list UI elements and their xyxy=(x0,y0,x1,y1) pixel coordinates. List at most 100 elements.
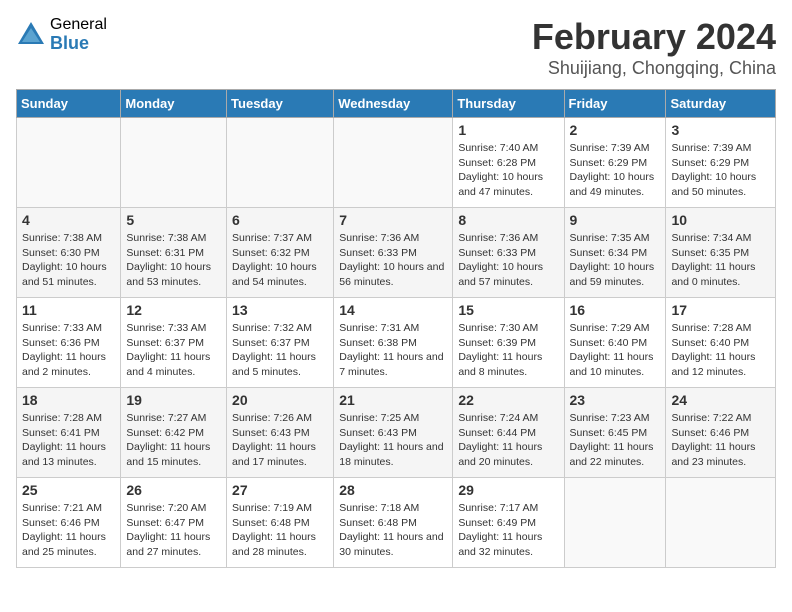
calendar-cell: 29Sunrise: 7:17 AMSunset: 6:49 PMDayligh… xyxy=(453,478,564,568)
weekday-header: Monday xyxy=(121,90,227,118)
day-info: Sunrise: 7:38 AMSunset: 6:30 PMDaylight:… xyxy=(22,231,115,290)
weekday-header: Wednesday xyxy=(334,90,453,118)
day-info: Sunrise: 7:20 AMSunset: 6:47 PMDaylight:… xyxy=(126,501,221,560)
day-info: Sunrise: 7:35 AMSunset: 6:34 PMDaylight:… xyxy=(570,231,661,290)
day-info: Sunrise: 7:18 AMSunset: 6:48 PMDaylight:… xyxy=(339,501,447,560)
day-info: Sunrise: 7:24 AMSunset: 6:44 PMDaylight:… xyxy=(458,411,558,470)
day-info: Sunrise: 7:27 AMSunset: 6:42 PMDaylight:… xyxy=(126,411,221,470)
weekday-header: Tuesday xyxy=(227,90,334,118)
day-info: Sunrise: 7:31 AMSunset: 6:38 PMDaylight:… xyxy=(339,321,447,380)
day-info: Sunrise: 7:22 AMSunset: 6:46 PMDaylight:… xyxy=(671,411,770,470)
weekday-header: Thursday xyxy=(453,90,564,118)
logo-general: General xyxy=(50,16,107,34)
calendar-cell: 17 Sunrise: 7:28 AMSunset: 6:40 PMDayligh… xyxy=(666,298,776,388)
day-number: 23 xyxy=(570,392,661,408)
day-number: 9 xyxy=(570,212,661,228)
calendar-cell: 10 Sunrise: 7:34 AMSunset: 6:35 PMDayligh… xyxy=(666,208,776,298)
calendar-cell: 12Sunrise: 7:33 AMSunset: 6:37 PMDayligh… xyxy=(121,298,227,388)
weekday-header: Sunday xyxy=(17,90,121,118)
day-info: Sunrise: 7:38 AMSunset: 6:31 PMDaylight:… xyxy=(126,231,221,290)
day-number: 2 xyxy=(570,122,661,138)
day-info: Sunrise: 7:40 AMSunset: 6:28 PMDaylight:… xyxy=(458,141,558,200)
day-number: 21 xyxy=(339,392,447,408)
calendar-cell: 19Sunrise: 7:27 AMSunset: 6:42 PMDayligh… xyxy=(121,388,227,478)
day-info: Sunrise: 7:36 AMSunset: 6:33 PMDaylight:… xyxy=(339,231,447,290)
day-number: 7 xyxy=(339,212,447,228)
day-number: 13 xyxy=(232,302,328,318)
calendar-cell: 26 Sunrise: 7:20 AMSunset: 6:47 PMDayligh… xyxy=(121,478,227,568)
subtitle: Shuijiang, Chongqing, China xyxy=(532,58,776,79)
day-number: 20 xyxy=(232,392,328,408)
weekday-header: Friday xyxy=(564,90,666,118)
calendar-cell: 3Sunrise: 7:39 AMSunset: 6:29 PMDaylight… xyxy=(666,118,776,208)
day-info: Sunrise: 7:36 AMSunset: 6:33 PMDaylight:… xyxy=(458,231,558,290)
calendar-cell xyxy=(564,478,666,568)
calendar-cell: 21 Sunrise: 7:25 AMSunset: 6:43 PMDayligh… xyxy=(334,388,453,478)
logo-blue: Blue xyxy=(50,34,107,54)
calendar-week-row: 25 Sunrise: 7:21 AMSunset: 6:46 PMDayligh… xyxy=(17,478,776,568)
calendar-week-row: 4Sunrise: 7:38 AMSunset: 6:30 PMDaylight… xyxy=(17,208,776,298)
title-block: February 2024 Shuijiang, Chongqing, Chin… xyxy=(532,16,776,79)
calendar-cell: 27Sunrise: 7:19 AMSunset: 6:48 PMDayligh… xyxy=(227,478,334,568)
day-number: 1 xyxy=(458,122,558,138)
day-number: 17 xyxy=(671,302,770,318)
logo-text: General Blue xyxy=(50,16,107,53)
calendar-cell: 2 Sunrise: 7:39 AMSunset: 6:29 PMDaylight… xyxy=(564,118,666,208)
day-number: 6 xyxy=(232,212,328,228)
calendar-table: SundayMondayTuesdayWednesdayThursdayFrid… xyxy=(16,89,776,568)
calendar-cell: 13 Sunrise: 7:32 AMSunset: 6:37 PMDayligh… xyxy=(227,298,334,388)
day-number: 26 xyxy=(126,482,221,498)
calendar-cell: 28 Sunrise: 7:18 AMSunset: 6:48 PMDayligh… xyxy=(334,478,453,568)
day-info: Sunrise: 7:26 AMSunset: 6:43 PMDaylight:… xyxy=(232,411,328,470)
day-info: Sunrise: 7:28 AMSunset: 6:41 PMDaylight:… xyxy=(22,411,115,470)
calendar-cell: 1 Sunrise: 7:40 AMSunset: 6:28 PMDaylight… xyxy=(453,118,564,208)
day-number: 5 xyxy=(126,212,221,228)
day-info: Sunrise: 7:25 AMSunset: 6:43 PMDaylight:… xyxy=(339,411,447,470)
weekday-header: Saturday xyxy=(666,90,776,118)
calendar-cell: 20 Sunrise: 7:26 AMSunset: 6:43 PMDayligh… xyxy=(227,388,334,478)
calendar-week-row: 1 Sunrise: 7:40 AMSunset: 6:28 PMDaylight… xyxy=(17,118,776,208)
calendar-cell: 24Sunrise: 7:22 AMSunset: 6:46 PMDayligh… xyxy=(666,388,776,478)
day-number: 8 xyxy=(458,212,558,228)
day-info: Sunrise: 7:33 AMSunset: 6:37 PMDaylight:… xyxy=(126,321,221,380)
calendar-cell: 9 Sunrise: 7:35 AMSunset: 6:34 PMDaylight… xyxy=(564,208,666,298)
day-number: 25 xyxy=(22,482,115,498)
logo: General Blue xyxy=(16,16,107,53)
day-info: Sunrise: 7:32 AMSunset: 6:37 PMDaylight:… xyxy=(232,321,328,380)
day-number: 28 xyxy=(339,482,447,498)
day-number: 3 xyxy=(671,122,770,138)
logo-icon xyxy=(16,20,46,50)
day-info: Sunrise: 7:39 AMSunset: 6:29 PMDaylight:… xyxy=(570,141,661,200)
calendar-cell: 8 Sunrise: 7:36 AMSunset: 6:33 PMDaylight… xyxy=(453,208,564,298)
page-header: General Blue February 2024 Shuijiang, Ch… xyxy=(16,16,776,79)
day-number: 29 xyxy=(458,482,558,498)
calendar-cell: 15 Sunrise: 7:30 AMSunset: 6:39 PMDayligh… xyxy=(453,298,564,388)
day-number: 10 xyxy=(671,212,770,228)
calendar-cell: 14 Sunrise: 7:31 AMSunset: 6:38 PMDayligh… xyxy=(334,298,453,388)
calendar-cell xyxy=(334,118,453,208)
calendar-cell: 5 Sunrise: 7:38 AMSunset: 6:31 PMDaylight… xyxy=(121,208,227,298)
day-info: Sunrise: 7:34 AMSunset: 6:35 PMDaylight:… xyxy=(671,231,770,290)
calendar-week-row: 11 Sunrise: 7:33 AMSunset: 6:36 PMDayligh… xyxy=(17,298,776,388)
calendar-cell: 4Sunrise: 7:38 AMSunset: 6:30 PMDaylight… xyxy=(17,208,121,298)
day-number: 27 xyxy=(232,482,328,498)
calendar-cell xyxy=(666,478,776,568)
calendar-cell: 23Sunrise: 7:23 AMSunset: 6:45 PMDayligh… xyxy=(564,388,666,478)
calendar-week-row: 18Sunrise: 7:28 AMSunset: 6:41 PMDayligh… xyxy=(17,388,776,478)
day-info: Sunrise: 7:28 AMSunset: 6:40 PMDaylight:… xyxy=(671,321,770,380)
calendar-cell xyxy=(17,118,121,208)
day-number: 15 xyxy=(458,302,558,318)
day-info: Sunrise: 7:33 AMSunset: 6:36 PMDaylight:… xyxy=(22,321,115,380)
calendar-cell xyxy=(121,118,227,208)
calendar-cell: 11 Sunrise: 7:33 AMSunset: 6:36 PMDayligh… xyxy=(17,298,121,388)
day-number: 14 xyxy=(339,302,447,318)
day-info: Sunrise: 7:37 AMSunset: 6:32 PMDaylight:… xyxy=(232,231,328,290)
calendar-cell: 7 Sunrise: 7:36 AMSunset: 6:33 PMDaylight… xyxy=(334,208,453,298)
calendar-cell: 22Sunrise: 7:24 AMSunset: 6:44 PMDayligh… xyxy=(453,388,564,478)
day-number: 11 xyxy=(22,302,115,318)
main-title: February 2024 xyxy=(532,16,776,58)
day-info: Sunrise: 7:30 AMSunset: 6:39 PMDaylight:… xyxy=(458,321,558,380)
weekday-header-row: SundayMondayTuesdayWednesdayThursdayFrid… xyxy=(17,90,776,118)
day-info: Sunrise: 7:21 AMSunset: 6:46 PMDaylight:… xyxy=(22,501,115,560)
calendar-cell xyxy=(227,118,334,208)
